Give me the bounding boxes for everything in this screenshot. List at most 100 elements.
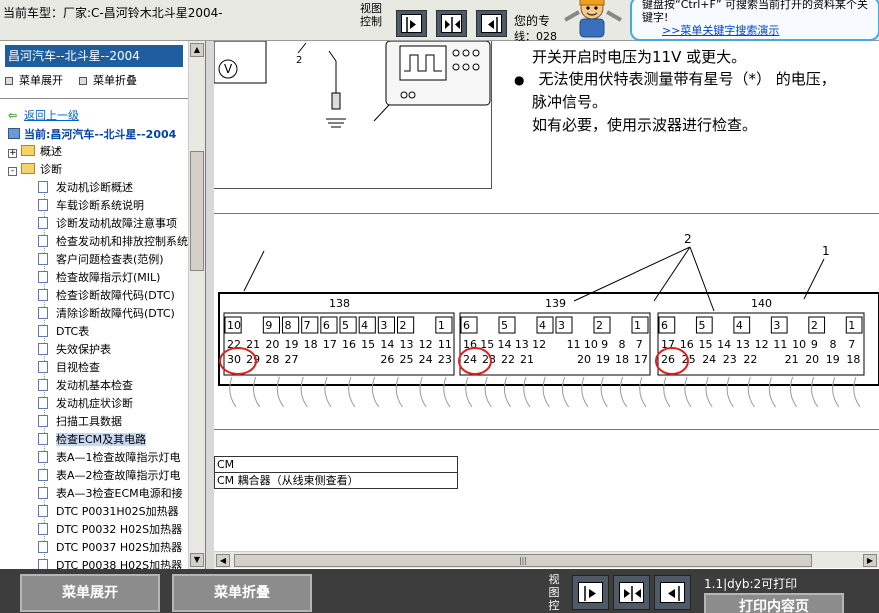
view-split-button[interactable] [436, 10, 467, 37]
current-node-label: 当前:昌河汽车--北斗星--2004 [24, 128, 177, 141]
wire-line [789, 376, 798, 408]
pin-number: 18 [615, 353, 629, 366]
wire-line [600, 376, 608, 408]
pin-number: 2 [400, 319, 407, 332]
document-view: V 2 开关开启时电压为11V 或更大。 ● 无法使用伏特表测量带有星号（*） … [206, 41, 879, 569]
pin-number: 16 [342, 338, 356, 351]
sidebar-scroll-thumb[interactable] [190, 151, 204, 271]
pin-number: 7 [636, 338, 643, 351]
search-demo-link[interactable]: >>菜单关键字搜索演示 [662, 24, 868, 37]
tree-folder-diagnosis[interactable]: - 诊断 [8, 161, 62, 179]
tree-item-label: DTC P0038 H02S加热器 [56, 559, 183, 569]
tree-item[interactable]: 表A—1检查故障指示灯电 [38, 449, 181, 467]
collapse-menu-button[interactable]: 菜单折叠 [172, 574, 312, 612]
wire-line [300, 376, 308, 408]
tree-item[interactable]: DTC P0037 H02S加热器 [38, 539, 182, 557]
pin-number: 3 [558, 319, 565, 332]
content-bullet-2-text: 无法使用伏特表测量带有星号（*） 的电压， [538, 70, 836, 88]
expand-all-link[interactable]: 菜单展开 [5, 74, 63, 87]
collapse-toggle-icon[interactable]: - [8, 167, 17, 176]
sidebar-scrollbar[interactable]: ▲ ▼ [188, 41, 205, 569]
tree-item[interactable]: 表A—2检查故障指示灯电 [38, 467, 181, 485]
document-icon [38, 487, 48, 499]
tree-item[interactable]: 检查发动机和排放控制系统 [38, 233, 188, 251]
wire-line [348, 376, 356, 408]
bottom-view-left-button[interactable] [572, 575, 609, 610]
document-icon [38, 181, 48, 193]
ecm-table-row-2: CM 耦合器（从线束侧查看） [217, 474, 359, 487]
wire-line [705, 376, 713, 408]
tree-item[interactable]: 失效保护表 [38, 341, 111, 359]
scroll-right-icon[interactable]: ▶ [863, 554, 877, 567]
content-horizontal-scrollbar[interactable]: ◀ ||| ▶ [214, 551, 879, 568]
expand-toggle-icon[interactable]: + [8, 149, 17, 158]
tree-item[interactable]: 车载诊断系统说明 [38, 197, 144, 215]
document-icon [38, 361, 48, 373]
pin-number: 6 [463, 319, 470, 332]
print-page-button[interactable]: 打印内容页 [704, 593, 844, 613]
tree-folder-overview[interactable]: + 概述 [8, 143, 62, 161]
pin-number: 26 [661, 353, 675, 366]
tree-item[interactable]: 发动机诊断概述 [38, 179, 133, 197]
tree-item[interactable]: 客户问题检查表(范例) [38, 251, 164, 269]
tree-item[interactable]: 检查ECM及其电路 [38, 431, 147, 449]
scroll-up-icon[interactable]: ▲ [190, 43, 204, 57]
current-node: 当前:昌河汽车--北斗星--2004 [8, 126, 176, 142]
expert-label: 您的专 [514, 14, 551, 28]
pin-number: 5 [501, 319, 508, 332]
tree-item[interactable]: DTC P0031H02S加热器 [38, 503, 179, 521]
pin-number: 6 [661, 319, 668, 332]
scroll-down-icon[interactable]: ▼ [190, 553, 204, 567]
tree-item[interactable]: 扫描工具数据 [38, 413, 122, 431]
tree-item-label: DTC表 [56, 325, 90, 338]
bullet-icon: ● [514, 73, 525, 87]
expand-menu-button[interactable]: 菜单展开 [20, 574, 160, 612]
pin-number: 22 [501, 353, 515, 366]
bottom-view-right-button[interactable] [654, 575, 691, 610]
tree-item[interactable]: 发动机基本检查 [38, 377, 133, 395]
oscilloscope-figure: V 2 [214, 41, 492, 189]
pin-number: 21 [246, 338, 260, 351]
pin-number: 8 [618, 338, 625, 351]
pin-number: 14 [380, 338, 394, 351]
tree-item[interactable]: 发动机症状诊断 [38, 395, 133, 413]
tree-folder-label: 诊断 [40, 163, 62, 176]
scroll-left-icon[interactable]: ◀ [216, 554, 230, 567]
wire-line [371, 376, 380, 408]
wire-line [726, 376, 734, 408]
tree-item[interactable]: 清除诊断故障代码(DTC) [38, 305, 175, 323]
tree-item[interactable]: 检查故障指示灯(MIL) [38, 269, 160, 287]
back-link[interactable]: ⇦ 返回上一级 [8, 107, 79, 123]
content-scroll-thumb[interactable]: ||| [234, 554, 812, 567]
pin-number: 3 [773, 319, 780, 332]
print-info-label: 1.1|dyb:2可打印 [704, 577, 798, 591]
bottom-view-split-button[interactable] [613, 575, 650, 610]
tree-item[interactable]: 表A—3检查ECM电源和接 [38, 485, 183, 503]
view-control-label: 视图控制 [360, 2, 382, 28]
wire-line [663, 376, 671, 408]
wire-line [419, 376, 427, 408]
top-bar: 当前车型：厂家:C-昌河铃木北斗星2004- 视图控制 您的专 线：028 键盘… [0, 0, 879, 43]
document-icon [38, 469, 48, 481]
tree-item[interactable]: 诊断发动机故障注意事项 [38, 215, 177, 233]
tree-item[interactable]: DTC P0032 H02S加热器 [38, 521, 182, 539]
tree-item[interactable]: DTC P0038 H02S加热器 [38, 557, 182, 569]
view-left-panel-button[interactable] [396, 10, 427, 37]
tree-item-label: 表A—3检查ECM电源和接 [56, 487, 183, 500]
search-tip-box: 键盘按“Ctrl+F” 可搜索当前打开的资料某个关键字! >>菜单关键字搜索演示 [630, 0, 879, 41]
collapse-all-link[interactable]: 菜单折叠 [79, 74, 137, 87]
tree-item-label: 表A—1检查故障指示灯电 [56, 451, 181, 464]
sidebar-divider [0, 98, 188, 99]
wire-line [253, 376, 261, 408]
tree-item[interactable]: 目视检查 [38, 359, 100, 377]
wire-line [395, 376, 403, 408]
wire-line [484, 376, 492, 408]
wire-line [811, 376, 819, 408]
tree-item-label: DTC P0031H02S加热器 [56, 505, 179, 518]
pin-number: 19 [285, 338, 299, 351]
tree-item[interactable]: DTC表 [38, 323, 89, 341]
tree-item-label: 检查诊断故障代码(DTC) [56, 289, 175, 302]
tree-item[interactable]: 检查诊断故障代码(DTC) [38, 287, 175, 305]
back-arrow-icon: ⇦ [8, 109, 18, 122]
view-right-panel-button[interactable] [476, 10, 507, 37]
